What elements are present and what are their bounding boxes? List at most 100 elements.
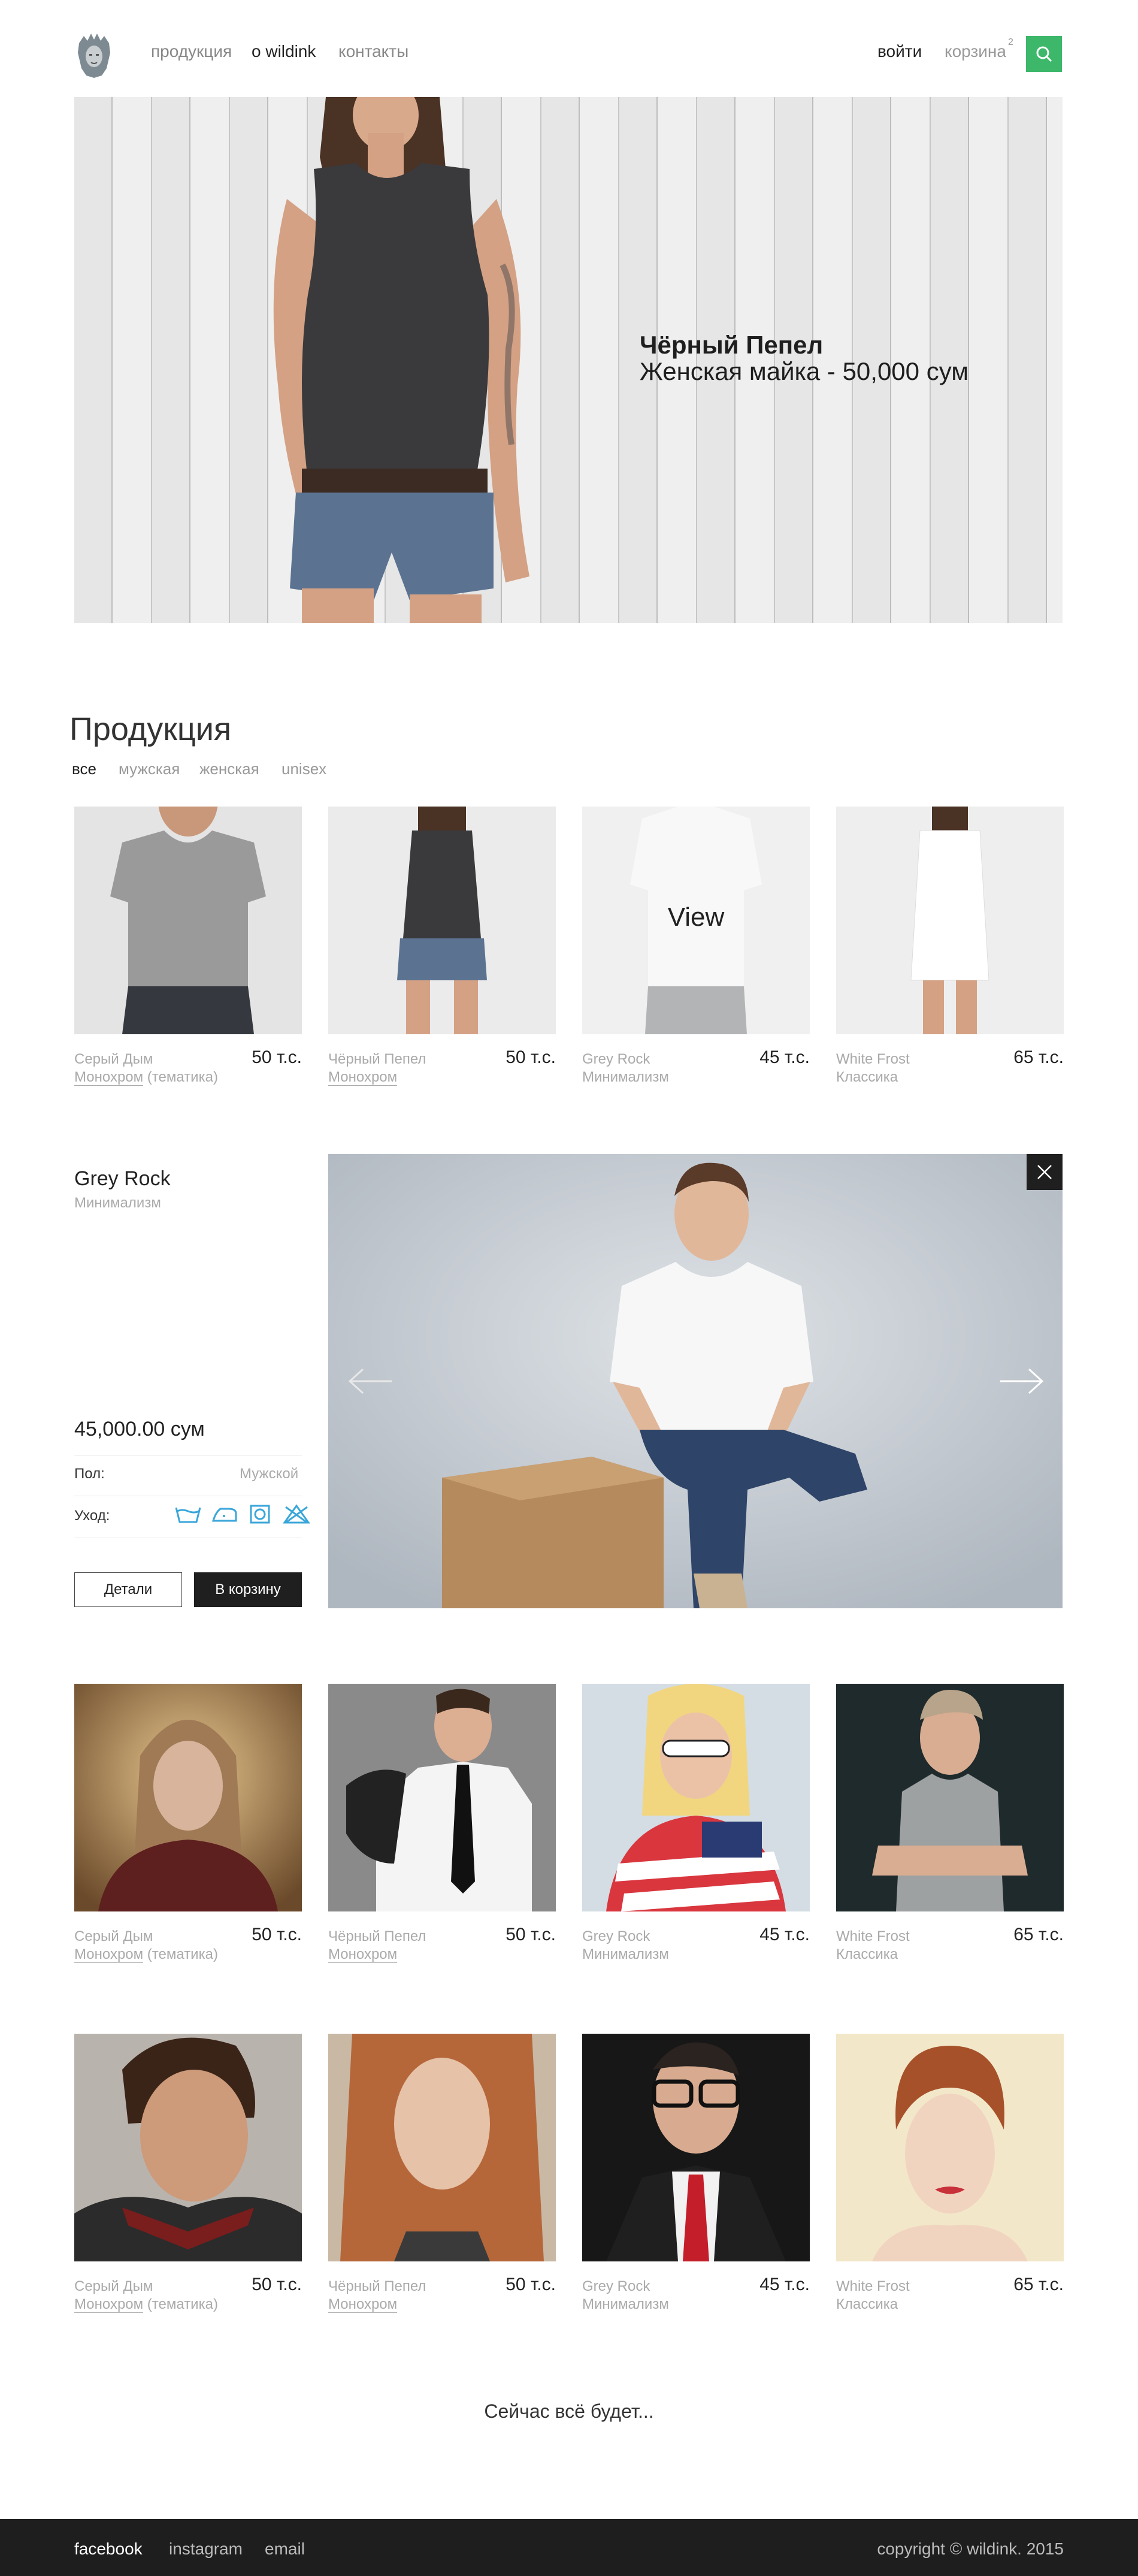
products-title: Продукция xyxy=(69,711,232,747)
product-category[interactable]: Монохром (тематика) xyxy=(74,2296,218,2313)
product-name[interactable]: Чёрный Пепел xyxy=(328,2278,426,2295)
product-name[interactable]: Grey Rock xyxy=(582,1051,650,1068)
detail-title: Grey Rock xyxy=(74,1167,171,1190)
category-extra: (тематика) xyxy=(143,1946,218,1962)
product-price: 50 т.с. xyxy=(252,2275,302,2294)
category-link[interactable]: Монохром xyxy=(74,2296,144,2313)
logo[interactable] xyxy=(73,31,115,79)
product-image[interactable] xyxy=(74,807,302,1034)
iron-icon xyxy=(212,1508,237,1522)
footer-facebook-link[interactable]: facebook xyxy=(74,2539,143,2559)
copyright: copyright © wildink. 2015 xyxy=(877,2539,1064,2558)
category-link[interactable]: Монохром xyxy=(328,1069,398,1086)
care-label: Уход: xyxy=(74,1508,110,1524)
product-name[interactable]: Grey Rock xyxy=(582,2278,650,2295)
product-price: 65 т.с. xyxy=(1013,1925,1064,1944)
close-icon xyxy=(1037,1165,1052,1179)
search-button[interactable] xyxy=(1026,36,1062,72)
man-tank-top-image xyxy=(836,1684,1064,1911)
woman-sunglasses-flag-image xyxy=(582,1684,810,1911)
add-to-cart-button[interactable]: В корзину xyxy=(194,1572,302,1607)
product-price: 65 т.с. xyxy=(1013,2275,1064,2294)
gender-value: Мужской xyxy=(240,1466,299,1482)
gray-shirt-man-image xyxy=(74,807,302,1034)
nav-contacts[interactable]: контакты xyxy=(338,42,408,61)
detail-price: 45,000.00 сум xyxy=(74,1418,205,1440)
product-name[interactable]: Grey Rock xyxy=(582,1928,650,1945)
woman-red-hair-updo-image xyxy=(836,2034,1064,2261)
man-glasses-red-tie-image xyxy=(582,2034,810,2261)
product-image[interactable] xyxy=(74,1684,302,1911)
product-price: 45 т.с. xyxy=(759,2275,810,2294)
loading-text: Сейчас всё будет... xyxy=(484,2400,654,2422)
product-category[interactable]: Монохром xyxy=(328,1069,398,1086)
product-name[interactable]: Серый Дым xyxy=(74,1051,153,1068)
indian-headdress-logo-icon xyxy=(78,34,110,78)
white-tank-woman-image xyxy=(836,807,1064,1034)
nav-about[interactable]: о wildink xyxy=(252,42,316,61)
product-category: Классика xyxy=(836,2296,898,2312)
product-name[interactable]: Серый Дым xyxy=(74,1928,153,1945)
product-category: Минимализм xyxy=(582,1069,669,1085)
nav-products[interactable]: продукция xyxy=(151,42,232,61)
product-image[interactable] xyxy=(836,807,1064,1034)
product-category: Минимализм xyxy=(582,1946,669,1962)
category-link[interactable]: Монохром xyxy=(328,1946,398,1963)
product-image[interactable] xyxy=(328,2034,556,2261)
product-name[interactable]: Чёрный Пепел xyxy=(328,1928,426,1945)
gender-label: Пол: xyxy=(74,1466,105,1482)
product-category[interactable]: Монохром xyxy=(328,1946,398,1963)
category-link[interactable]: Монохром xyxy=(328,2296,398,2313)
product-slider[interactable] xyxy=(328,1154,1063,1608)
filter-women[interactable]: женская xyxy=(199,760,259,778)
product-price: 50 т.с. xyxy=(506,1925,556,1944)
category-extra: (тематика) xyxy=(143,2296,218,2312)
red-haired-woman-image xyxy=(328,2034,556,2261)
product-category: Классика xyxy=(836,1069,898,1085)
product-image[interactable] xyxy=(328,807,556,1034)
product-price: 50 т.с. xyxy=(252,1925,302,1944)
product-name[interactable]: White Frost xyxy=(836,2278,910,2295)
detail-subtitle: Минимализм xyxy=(74,1195,161,1211)
product-category[interactable]: Монохром (тематика) xyxy=(74,1069,218,1086)
category-extra: (тематика) xyxy=(143,1069,218,1085)
product-category[interactable]: Монохром xyxy=(328,2296,398,2313)
login-link[interactable]: войти xyxy=(877,42,922,61)
product-category: Классика xyxy=(836,1946,898,1962)
tumble-dry-icon xyxy=(250,1505,270,1524)
product-category[interactable]: Монохром (тематика) xyxy=(74,1946,218,1963)
category-link[interactable]: Монохром xyxy=(74,1946,144,1963)
product-name[interactable]: White Frost xyxy=(836,1928,910,1945)
product-image[interactable] xyxy=(582,1684,810,1911)
no-bleach-icon xyxy=(283,1504,311,1524)
filter-men[interactable]: мужская xyxy=(119,760,180,778)
cart-count-badge: 2 xyxy=(1008,37,1013,47)
product-image[interactable] xyxy=(74,2034,302,2261)
wash-icon xyxy=(175,1507,201,1523)
product-image[interactable] xyxy=(582,2034,810,2261)
product-category: Минимализм xyxy=(582,2296,669,2312)
product-name[interactable]: White Frost xyxy=(836,1051,910,1068)
filter-unisex[interactable]: unisex xyxy=(282,760,326,778)
details-button[interactable]: Детали xyxy=(74,1572,182,1607)
next-arrow-icon[interactable] xyxy=(999,1366,1047,1399)
product-image[interactable] xyxy=(836,2034,1064,2261)
filter-all[interactable]: все xyxy=(72,760,96,778)
footer-email-link[interactable]: email xyxy=(265,2539,305,2559)
footer-instagram-link[interactable]: instagram xyxy=(169,2539,243,2559)
product-name[interactable]: Чёрный Пепел xyxy=(328,1051,426,1068)
care-icons xyxy=(169,1504,311,1527)
category-link[interactable]: Монохром xyxy=(74,1069,144,1086)
product-name[interactable]: Серый Дым xyxy=(74,2278,153,2295)
product-price: 50 т.с. xyxy=(252,1047,302,1067)
product-image[interactable] xyxy=(836,1684,1064,1911)
hero-subtitle: Женская майка - 50,000 сум xyxy=(640,357,969,385)
close-button[interactable] xyxy=(1027,1154,1063,1190)
man-white-shirt-tie-image xyxy=(328,1684,556,1911)
product-price: 50 т.с. xyxy=(506,1047,556,1067)
view-overlay-label[interactable]: View xyxy=(582,902,810,932)
prev-arrow-icon[interactable] xyxy=(345,1366,393,1399)
product-price: 45 т.с. xyxy=(759,1925,810,1944)
cart-link[interactable]: корзина xyxy=(945,42,1006,61)
product-image[interactable] xyxy=(328,1684,556,1911)
